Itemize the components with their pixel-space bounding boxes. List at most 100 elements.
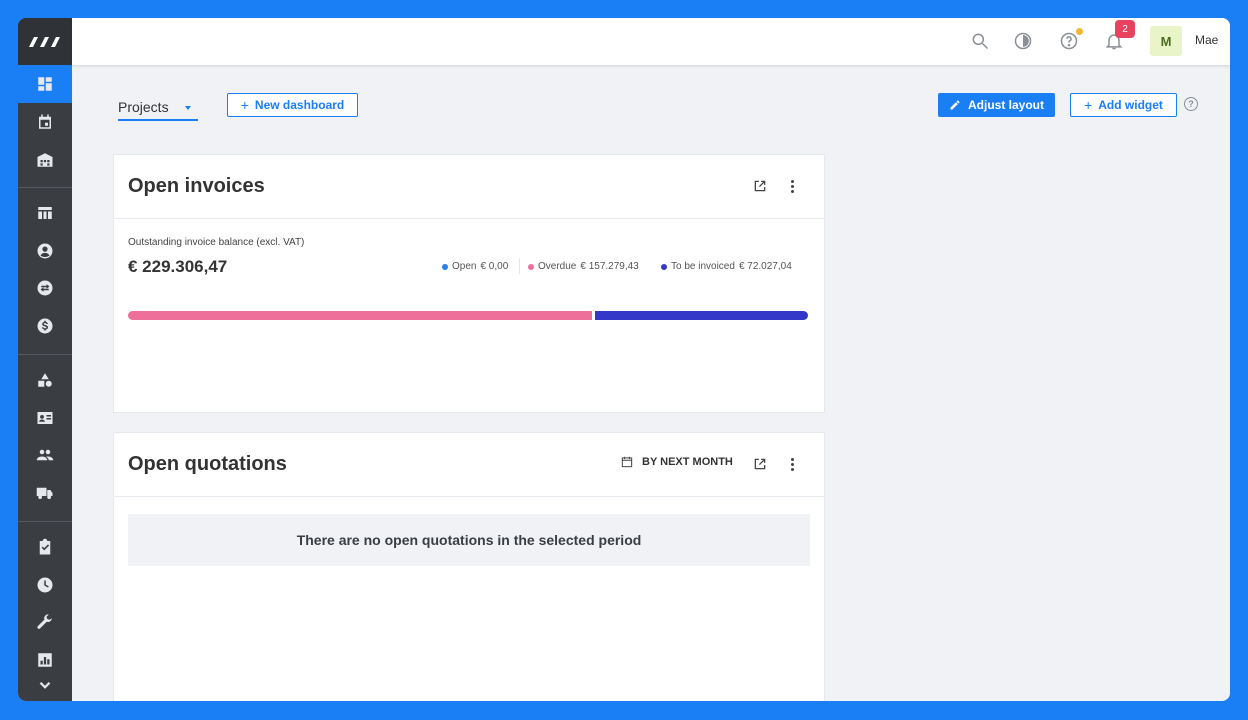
adjust-layout-button[interactable]: Adjust layout [938, 93, 1055, 117]
user-name[interactable]: Mae [1195, 33, 1218, 47]
open-external-button[interactable] [751, 177, 769, 195]
app-window: 2 M Mae Projects + New dashboard Adjust … [18, 18, 1230, 701]
open-external-icon [754, 458, 766, 470]
more-options-button[interactable] [783, 177, 801, 195]
dot [790, 184, 794, 188]
dot [790, 189, 794, 193]
new-dashboard-button[interactable]: + New dashboard [227, 93, 358, 117]
dashboard-select[interactable]: Projects [118, 97, 198, 121]
dot [790, 179, 794, 183]
truck-icon [36, 487, 53, 499]
sidebar-item-dashboard[interactable] [18, 65, 72, 103]
notification-count-badge: 2 [1115, 20, 1135, 38]
chevron-down-icon [39, 681, 51, 689]
sidebar-item-finance[interactable] [18, 307, 72, 345]
clock-icon [37, 577, 53, 593]
legend-divider [519, 258, 520, 274]
plus-icon: + [240, 97, 249, 113]
period-filter-label: BY NEXT MONTH [642, 456, 733, 468]
search-icon [972, 33, 989, 50]
sidebar-item-table[interactable] [18, 194, 72, 232]
calendar-icon [621, 456, 633, 468]
exchange-icon [37, 280, 53, 296]
bar-segment-overdue [128, 311, 593, 320]
shapes-icon [38, 373, 52, 387]
more-options-button[interactable] [783, 455, 801, 473]
widget-title: Open invoices [128, 175, 265, 197]
dashboard-icon [38, 77, 52, 91]
clipboard-check-icon [39, 538, 51, 555]
widget-help-icon[interactable]: ? [1184, 97, 1198, 111]
sidebar-divider [18, 187, 72, 188]
legend-dot [661, 263, 667, 270]
help-button[interactable] [1058, 28, 1083, 52]
calendar-icon [39, 114, 51, 129]
dot [790, 462, 794, 466]
sidebar-item-products[interactable] [18, 361, 72, 399]
avatar[interactable]: M [1150, 26, 1182, 56]
balance-total: € 229.306,47 [128, 257, 228, 276]
sidebar-item-warehouse[interactable] [18, 141, 72, 179]
app-logo[interactable] [18, 18, 72, 65]
sidebar-item-exchange[interactable] [18, 269, 72, 307]
sidebar-item-relations[interactable] [18, 399, 72, 437]
sidebar-item-time[interactable] [18, 566, 72, 604]
widget-title: Open quotations [128, 453, 287, 475]
card-divider [114, 218, 824, 219]
dot [790, 457, 794, 461]
sidebar-divider [18, 521, 72, 522]
open-external-icon [754, 180, 766, 192]
plus-icon: + [1084, 97, 1093, 113]
caret-down-icon [185, 106, 191, 110]
question-circle-icon [1060, 32, 1078, 50]
timer-button[interactable] [1012, 30, 1034, 52]
sidebar-item-calendar[interactable] [18, 103, 72, 141]
legend-amount: € 157.279,43 [580, 261, 639, 272]
user-circle-icon [37, 243, 53, 259]
adjust-layout-label: Adjust layout [967, 98, 1044, 112]
balance-progress-bar [128, 311, 808, 320]
sidebar-item-delivery[interactable] [18, 474, 72, 512]
search-button[interactable] [969, 30, 991, 52]
legend-overdue: Overdue € 157.279,43 [528, 261, 639, 272]
balance-label: Outstanding invoice balance (excl. VAT) [128, 237, 305, 248]
sidebar-item-tasks[interactable] [18, 528, 72, 566]
bar-chart-icon [38, 653, 52, 667]
help-new-indicator [1076, 28, 1083, 35]
warehouse-icon [37, 153, 53, 167]
team-icon [36, 449, 54, 461]
card-divider [114, 496, 824, 497]
legend-label: To be invoiced [671, 261, 735, 272]
legend-dot [442, 263, 448, 270]
legend-dot [528, 263, 534, 270]
legend-label: Open [452, 261, 477, 272]
sidebar-item-tools[interactable] [18, 603, 72, 641]
pencil-icon [950, 100, 960, 110]
legend-open: Open € 0,00 [442, 261, 508, 272]
sidebar-expand[interactable] [18, 669, 72, 701]
timer-icon [1014, 32, 1032, 50]
dollar-icon [37, 318, 53, 334]
open-external-button[interactable] [751, 455, 769, 473]
legend-amount: € 0,00 [480, 261, 509, 272]
sidebar [18, 18, 72, 701]
id-card-icon [37, 412, 53, 424]
new-dashboard-label: New dashboard [254, 98, 345, 112]
period-filter-button[interactable]: BY NEXT MONTH [620, 455, 733, 469]
legend-label: Overdue [538, 261, 577, 272]
sidebar-item-team[interactable] [18, 436, 72, 474]
open-quotations-widget: Open quotations BY NEXT MONTH There are … [114, 433, 824, 701]
bar-segment-to-be-invoiced [595, 311, 808, 320]
add-widget-label: Add widget [1098, 98, 1163, 112]
dot [790, 467, 794, 471]
dashboard-select-value: Projects [118, 99, 169, 115]
empty-state-message: There are no open quotations in the sele… [128, 514, 810, 566]
logo-icon [29, 36, 60, 47]
table-icon [38, 207, 52, 219]
sidebar-divider [18, 354, 72, 355]
add-widget-button[interactable]: + Add widget [1070, 93, 1177, 117]
wrench-icon [37, 614, 52, 629]
legend-to-be-invoiced: To be invoiced € 72.027,04 [661, 261, 792, 272]
top-bar: 2 M Mae [72, 18, 1230, 65]
sidebar-item-contact[interactable] [18, 232, 72, 270]
